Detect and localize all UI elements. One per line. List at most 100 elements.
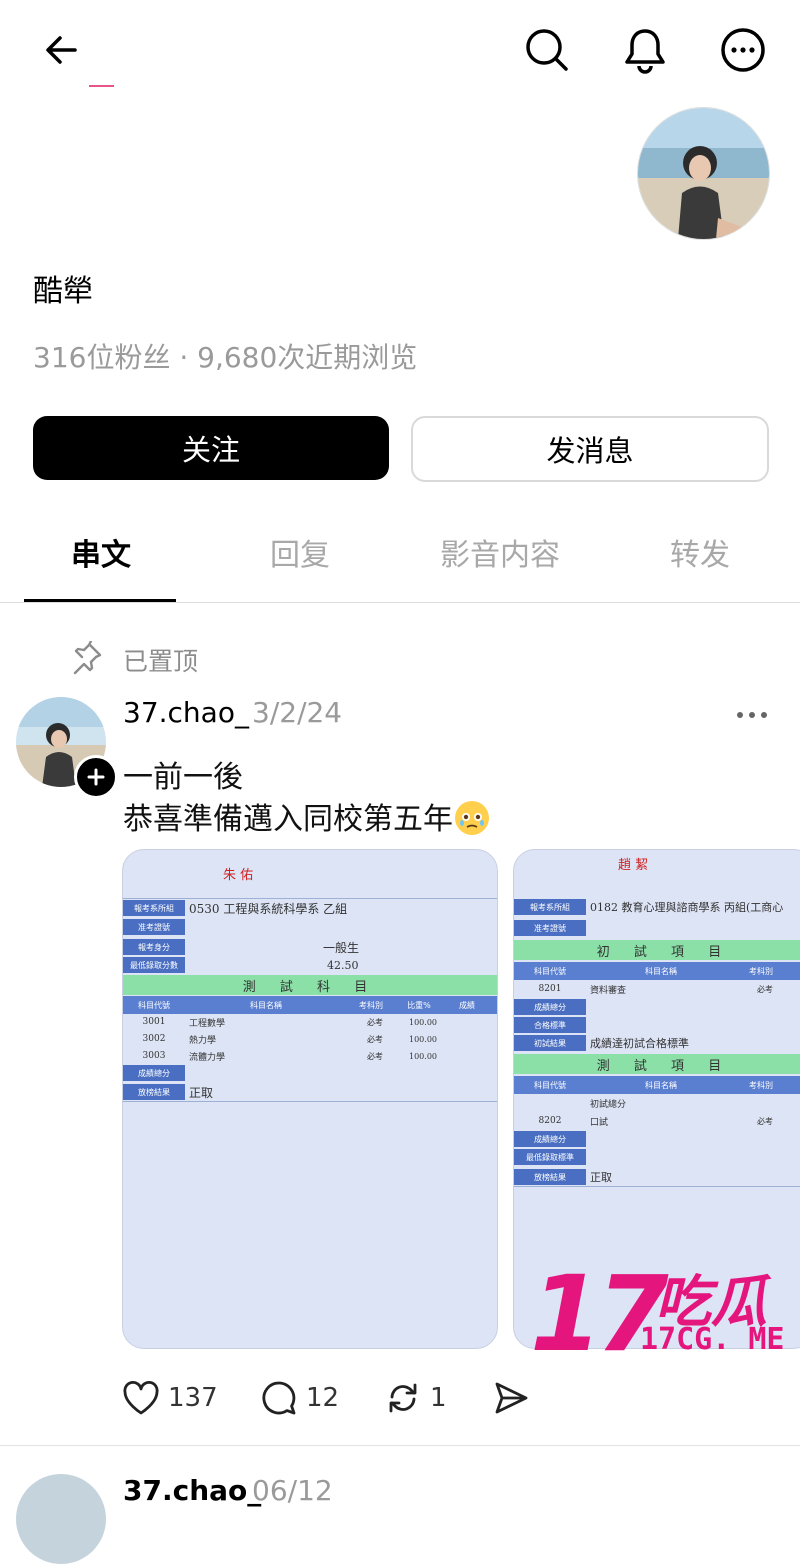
arrow-left-icon	[46, 36, 77, 64]
doc-label: 最低錄取分數	[123, 957, 185, 973]
doc-label: 成績總分	[514, 1131, 586, 1147]
doc-value: 正取	[189, 1085, 214, 1100]
doc-cell: 必考	[367, 1017, 383, 1027]
post-image-1[interactable]: 朱 佑 報考系所組 0530 工程與系統科學系 乙組 准考證號 報考身分 一般生…	[122, 849, 498, 1349]
divider	[0, 602, 800, 603]
profile-display-name: 酷犖	[33, 274, 93, 309]
more-circle-icon	[721, 28, 765, 72]
doc-name: 朱 佑	[223, 868, 254, 883]
doc-label: 放榜結果	[514, 1169, 586, 1185]
more-horizontal-icon	[737, 712, 767, 718]
doc-cell: 初試總分	[590, 1099, 627, 1110]
doc-label: 成績總分	[514, 999, 586, 1015]
comment-button[interactable]: 12	[260, 1378, 339, 1418]
doc-label: 最低錄取標準	[514, 1149, 586, 1165]
doc-label: 准考證號	[123, 919, 185, 935]
doc-cell: 8202	[538, 1116, 562, 1126]
doc-col: 考科別	[749, 966, 773, 976]
doc-value: 成績達初試合格標準	[590, 1037, 689, 1050]
bell-icon	[625, 29, 665, 74]
doc-value: 0530 工程與系統科學系 乙組	[189, 901, 348, 916]
doc-cell: 100.00	[409, 1017, 437, 1027]
doc-col: 科目代號	[534, 1080, 566, 1090]
repost-button[interactable]: 1	[384, 1378, 447, 1418]
doc-cell: 必考	[757, 1116, 773, 1126]
doc-value: 0182 教育心理與諮商學系 丙組(工商心	[590, 901, 784, 914]
plus-icon	[87, 768, 105, 786]
tab-media[interactable]: 影音内容	[440, 530, 560, 574]
doc-section-title: 測 試 科 目	[123, 975, 497, 995]
post-username[interactable]: 37.chao_	[123, 696, 249, 729]
doc-cell: 100.00	[409, 1034, 437, 1044]
comment-icon	[262, 1381, 296, 1415]
share-button[interactable]	[492, 1378, 530, 1418]
doc-name: 趙 絜	[618, 858, 649, 873]
doc-cell: 熱力學	[189, 1035, 217, 1046]
watermark-url: 17CG. ME	[640, 1322, 785, 1357]
doc-label: 報考系所組	[123, 900, 185, 916]
doc-col: 考科別	[749, 1080, 773, 1090]
notifications-button[interactable]	[617, 22, 673, 78]
follow-button[interactable]: 关注	[33, 416, 389, 480]
post-date: 3/2/24	[252, 696, 343, 729]
divider	[0, 1445, 800, 1446]
tab-threads[interactable]: 串文	[71, 530, 131, 574]
doc-cell: 流體力學	[189, 1052, 226, 1063]
follow-add-badge[interactable]	[74, 755, 118, 799]
post-more-button[interactable]	[728, 700, 776, 730]
post-text-line-1: 一前一後	[123, 760, 243, 795]
doc-col: 科目名稱	[645, 966, 677, 976]
doc-value: 一般生	[323, 940, 360, 955]
repost-count: 1	[430, 1383, 447, 1413]
next-post-username[interactable]: 37.chao_	[123, 1474, 261, 1507]
doc-cell: 口試	[590, 1117, 609, 1128]
doc-cell: 工程數學	[189, 1018, 226, 1029]
tab-reposts[interactable]: 转发	[670, 530, 730, 574]
next-post-date: 06/12	[252, 1474, 333, 1507]
teary-face-icon	[455, 801, 489, 835]
doc-col: 考科別	[359, 1000, 383, 1010]
post-text-line-2: 恭喜準備邁入同校第五年	[123, 794, 489, 838]
doc-label: 放榜結果	[123, 1084, 185, 1100]
doc-col: 科目名稱	[645, 1080, 677, 1090]
repost-icon	[389, 1383, 417, 1413]
doc-label: 初試結果	[514, 1035, 586, 1051]
doc-section-title: 初 試 項 目	[514, 940, 800, 960]
search-icon	[526, 29, 568, 71]
doc-cell: 必考	[367, 1051, 383, 1061]
doc-cell: 3003	[142, 1051, 166, 1061]
more-options-button[interactable]	[715, 22, 771, 78]
doc-label: 合格標準	[514, 1017, 586, 1033]
send-icon	[495, 1382, 528, 1414]
message-button[interactable]: 发消息	[411, 416, 769, 482]
doc-value: 42.50	[327, 958, 359, 972]
doc-cell: 必考	[367, 1034, 383, 1044]
doc-label: 報考身分	[123, 939, 185, 955]
doc-cell: 3001	[142, 1017, 166, 1027]
comment-count: 12	[306, 1383, 340, 1413]
doc-label: 准考證號	[514, 920, 586, 936]
doc-cell: 8201	[538, 984, 562, 994]
post-text-content: 恭喜準備邁入同校第五年	[123, 802, 453, 837]
doc-col: 科目名稱	[250, 1000, 282, 1010]
doc-label: 成績總分	[123, 1065, 185, 1081]
doc-col: 成績	[459, 1000, 475, 1010]
doc-col: 科目代號	[534, 966, 566, 976]
tab-replies[interactable]: 回复	[270, 530, 330, 574]
like-button[interactable]: 137	[122, 1378, 218, 1418]
next-post-avatar[interactable]	[16, 1474, 106, 1564]
profile-avatar[interactable]	[637, 107, 770, 240]
pin-icon	[73, 641, 102, 675]
doc-value: 正取	[590, 1171, 612, 1184]
search-button[interactable]	[519, 22, 575, 78]
profile-stats[interactable]: 316位粉丝 · 9,680次近期浏览	[33, 336, 417, 376]
doc-col: 比重%	[407, 1000, 431, 1010]
doc-label: 報考系所組	[514, 899, 586, 915]
back-button[interactable]	[33, 22, 89, 78]
like-count: 137	[168, 1383, 218, 1413]
accent-mark	[89, 85, 114, 87]
doc-cell: 資料審查	[590, 985, 627, 996]
doc-cell: 3002	[142, 1034, 166, 1044]
doc-cell: 必考	[757, 984, 773, 994]
doc-section-title: 測 試 項 目	[514, 1054, 800, 1074]
